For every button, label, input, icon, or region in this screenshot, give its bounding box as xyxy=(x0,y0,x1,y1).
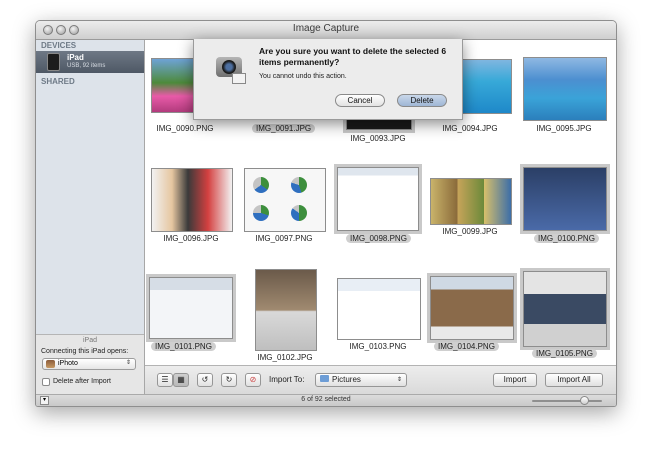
window-title: Image Capture xyxy=(292,23,360,34)
rotate-left-button[interactable]: ↺ xyxy=(197,373,213,387)
rotate-right-button[interactable]: ↻ xyxy=(221,373,237,387)
devices-header: DEVICES xyxy=(41,41,77,50)
open-app-popup[interactable]: iPhoto ⇕ xyxy=(42,358,136,370)
delete-after-import-checkbox[interactable] xyxy=(42,378,50,386)
thumbnail-caption: IMG_0091.JPG xyxy=(252,124,316,133)
thumbnail-caption: IMG_0096.JPG xyxy=(163,234,219,243)
title-bar: Image Capture xyxy=(36,21,616,40)
sidebar: DEVICES iPad USB, 92 items SHARED iPad C… xyxy=(36,40,145,395)
dialog-message: You cannot undo this action. xyxy=(259,73,347,80)
thumbnail-caption: IMG_0090.PNG xyxy=(156,124,214,133)
bottom-toolbar: ☰ ▦ ↺ ↻ ⊘ Import To: Pictures ⇕ Import I… xyxy=(145,365,616,395)
thumbnail-caption: IMG_0093.JPG xyxy=(350,134,406,143)
delete-confirm-sheet: Are you sure you want to delete the sele… xyxy=(193,39,463,120)
thumbnail-image[interactable] xyxy=(430,276,514,340)
grid-view-button[interactable]: ▦ xyxy=(173,373,189,387)
thumbnail-caption: IMG_0098.PNG xyxy=(346,234,411,243)
thumbnail-caption: IMG_0102.JPG xyxy=(257,353,313,362)
image-capture-app-icon xyxy=(212,51,246,85)
popup-arrows-icon: ⇕ xyxy=(125,360,131,366)
thumbnail-image[interactable] xyxy=(255,269,317,351)
thumbnail-caption: IMG_0097.PNG xyxy=(255,234,313,243)
import-button[interactable]: Import xyxy=(493,373,537,387)
import-all-button[interactable]: Import All xyxy=(545,373,603,387)
delete-button[interactable]: ⊘ xyxy=(245,373,261,387)
cancel-button[interactable]: Cancel xyxy=(335,94,385,107)
import-destination-popup[interactable]: Pictures ⇕ xyxy=(315,373,407,387)
folder-icon xyxy=(320,375,329,382)
thumbnail-size-slider[interactable] xyxy=(532,400,602,402)
thumbnail-image[interactable] xyxy=(523,57,607,121)
import-to-label: Import To: xyxy=(269,375,305,384)
popup-arrows-icon: ⇕ xyxy=(396,377,402,383)
import-destination-value: Pictures xyxy=(332,375,361,384)
open-app-value: iPhoto xyxy=(58,360,78,367)
thumbnail-image[interactable] xyxy=(151,168,233,232)
ipad-icon xyxy=(47,53,60,71)
thumbnail-caption: IMG_0101.PNG xyxy=(151,342,216,351)
thumbnail-image[interactable] xyxy=(523,271,607,347)
dialog-title: Are you sure you want to delete the sele… xyxy=(259,46,447,67)
thumbnail-size-slider-knob[interactable] xyxy=(580,396,589,405)
device-options-title: iPad xyxy=(82,337,97,344)
image-capture-window: Image Capture DEVICES iPad USB, 92 items… xyxy=(35,20,617,407)
thumbnail-caption: IMG_0100.PNG xyxy=(534,234,599,243)
thumbnail-image[interactable] xyxy=(149,277,233,339)
device-subtitle: USB, 92 items xyxy=(67,63,106,69)
device-options-panel: iPad Connecting this iPad opens: iPhoto … xyxy=(36,334,144,395)
thumbnail-image[interactable] xyxy=(337,278,421,340)
sidebar-item-ipad[interactable]: iPad USB, 92 items xyxy=(36,51,144,73)
iphoto-icon xyxy=(46,360,55,368)
thumbnail-caption: IMG_0094.JPG xyxy=(442,124,498,133)
thumbnail-caption: IMG_0099.JPG xyxy=(442,227,498,236)
thumbnail-caption: IMG_0104.PNG xyxy=(434,342,499,351)
selection-count: 6 of 92 selected xyxy=(301,396,351,403)
thumbnail-caption: IMG_0103.PNG xyxy=(349,342,407,351)
thumbnail-caption: IMG_0095.JPG xyxy=(536,124,592,133)
shared-header: SHARED xyxy=(41,77,75,86)
thumbnail-image[interactable] xyxy=(523,167,607,231)
thumbnail-image[interactable] xyxy=(244,168,326,232)
device-name: iPad xyxy=(67,53,84,62)
thumbnail-image[interactable] xyxy=(337,167,419,231)
thumbnail-image[interactable] xyxy=(430,178,512,225)
status-bar: ▾ 6 of 92 selected xyxy=(36,394,616,406)
delete-after-import-label: Delete after Import xyxy=(53,378,111,385)
connecting-label: Connecting this iPad opens: xyxy=(41,348,129,355)
thumbnail-caption: IMG_0105.PNG xyxy=(532,349,597,358)
delete-confirm-button[interactable]: Delete xyxy=(397,94,447,107)
list-view-button[interactable]: ☰ xyxy=(157,373,173,387)
